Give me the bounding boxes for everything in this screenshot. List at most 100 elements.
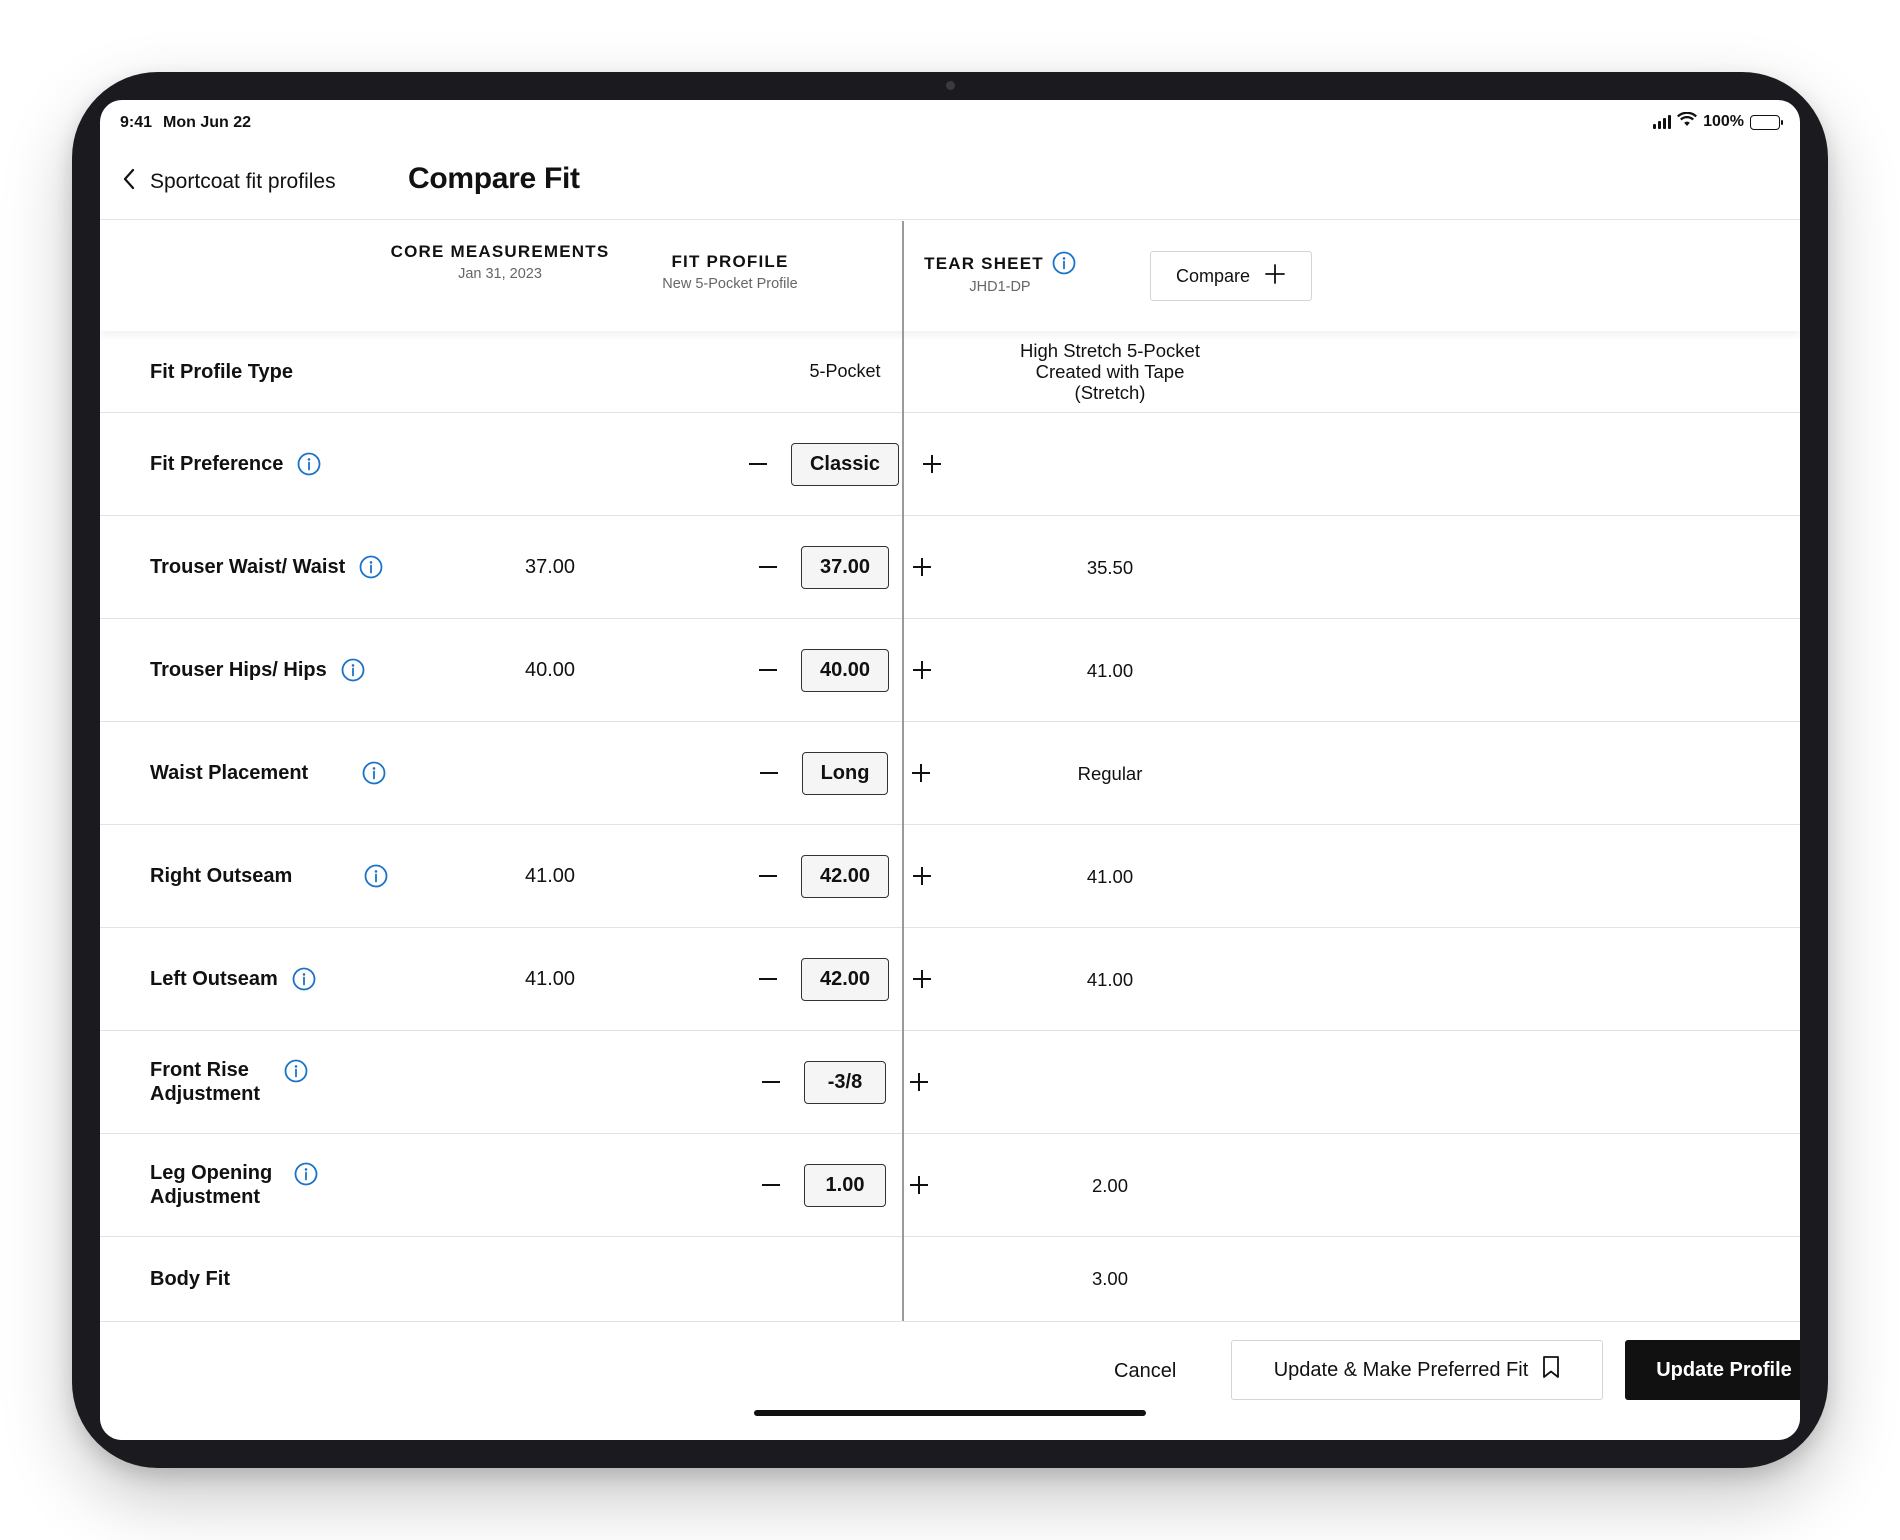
table-row: Leg Opening Adjustment 1.00 2.00: [100, 1134, 1800, 1237]
screen: 9:41 Mon Jun 22 100% Sportcoat fit profi…: [100, 100, 1800, 1440]
info-icon[interactable]: [284, 1059, 308, 1083]
fit-stepper: Classic: [720, 413, 970, 515]
column-header: CORE MEASUREMENTS Jan 31, 2023 FIT PROFI…: [100, 221, 1800, 331]
info-icon[interactable]: [294, 1162, 318, 1186]
increment-button[interactable]: [909, 966, 935, 992]
tear-value: 35.50: [1086, 556, 1134, 578]
compare-label: Compare: [1175, 265, 1251, 286]
fit-stepper: 1.00: [720, 1134, 970, 1236]
tear-value: 3.00: [1091, 1268, 1128, 1289]
increment-button[interactable]: [909, 657, 935, 683]
status-time: 9:41: [120, 114, 153, 131]
decrement-button[interactable]: [756, 760, 782, 786]
row-label: Front Rise Adjustment: [150, 1059, 260, 1105]
increment-button[interactable]: [908, 760, 934, 786]
increment-button[interactable]: [906, 1069, 932, 1095]
table-row: Trouser Hips/ Hips 40.00 40.00 41.00: [100, 619, 1800, 722]
fit-profile-title: FIT PROFILE: [671, 252, 789, 271]
info-icon[interactable]: [292, 967, 316, 991]
page-title: Compare Fit: [408, 162, 580, 195]
fit-stepper: 37.00: [720, 516, 970, 618]
info-icon[interactable]: [364, 864, 388, 888]
stepper-value[interactable]: Long: [801, 751, 889, 795]
signal-icon: [1653, 115, 1672, 129]
increment-button[interactable]: [909, 554, 935, 580]
fit-stepper: 42.00: [720, 928, 970, 1030]
table-row: Body Fit 3.00: [100, 1237, 1800, 1320]
fit-stepper: -3/8: [720, 1031, 970, 1133]
table-row: Fit Preference Classic: [100, 413, 1800, 516]
camera: [946, 81, 955, 90]
info-icon[interactable]: [341, 658, 365, 682]
decrement-button[interactable]: [755, 657, 781, 683]
stepper-value[interactable]: 1.00: [804, 1163, 886, 1207]
update-preferred-label: Update & Make Preferred Fit: [1273, 1358, 1529, 1381]
tear-value: 41.00: [1086, 659, 1134, 681]
fit-profile-name: New 5-Pocket Profile: [662, 276, 798, 292]
core-value: 41.00: [524, 967, 576, 990]
stepper-value[interactable]: 37.00: [800, 545, 890, 589]
stepper-value[interactable]: 42.00: [800, 854, 890, 898]
decrement-button[interactable]: [755, 863, 781, 889]
decrement-button[interactable]: [758, 1172, 784, 1198]
tear-sheet-header: TEAR SHEET JHD1-DP: [910, 251, 1090, 295]
table-row: Trouser Waist/ Waist 37.00 37.00 35.50: [100, 516, 1800, 619]
increment-button[interactable]: [919, 451, 945, 477]
table-row: Front Rise Adjustment -3/8: [100, 1031, 1800, 1134]
fit-stepper: Long: [720, 722, 970, 824]
decrement-button[interactable]: [755, 966, 781, 992]
stepper-value[interactable]: Classic: [790, 442, 900, 486]
table-row: Waist Placement Long Regular: [100, 722, 1800, 825]
increment-button[interactable]: [906, 1172, 932, 1198]
table-row: Fit Profile Type 5-Pocket High Stretch 5…: [100, 331, 1800, 413]
battery-icon: [1750, 114, 1783, 130]
increment-button[interactable]: [909, 863, 935, 889]
core-value: 37.00: [524, 555, 576, 578]
info-icon[interactable]: [359, 555, 383, 579]
stepper-value[interactable]: 42.00: [800, 957, 890, 1001]
tear-value: Regular: [1077, 762, 1143, 784]
update-profile-button[interactable]: Update Profile: [1625, 1340, 1800, 1400]
row-label: Trouser Hips/ Hips: [150, 659, 327, 681]
stepper-value[interactable]: -3/8: [804, 1060, 886, 1104]
footer-actions: Cancel Update & Make Preferred Fit Updat…: [100, 1321, 1800, 1440]
row-label: Right Outseam: [150, 865, 293, 887]
row-label: Fit Profile Type: [150, 360, 293, 383]
tear-value: 41.00: [1086, 865, 1134, 887]
fit-table: Fit Profile Type 5-Pocket High Stretch 5…: [100, 331, 1800, 1320]
bookmark-icon: [1542, 1355, 1560, 1385]
tear-value: [1020, 1031, 1200, 1133]
tear-value: [1020, 413, 1200, 515]
core-value: 40.00: [524, 658, 576, 681]
tear-sheet-code: JHD1-DP: [969, 279, 1031, 295]
plus-icon: [1264, 263, 1286, 290]
tear-value: 41.00: [1086, 968, 1134, 990]
tear-sheet-title: TEAR SHEET: [924, 253, 1044, 273]
stepper-value[interactable]: 40.00: [800, 648, 890, 692]
update-preferred-button[interactable]: Update & Make Preferred Fit: [1231, 1340, 1603, 1400]
core-value: 41.00: [524, 864, 576, 887]
cancel-button[interactable]: Cancel: [1114, 1360, 1176, 1383]
table-row: Left Outseam 41.00 42.00 41.00: [100, 928, 1800, 1031]
info-icon[interactable]: [1052, 251, 1076, 275]
info-icon[interactable]: [362, 761, 386, 785]
decrement-button[interactable]: [758, 1069, 784, 1095]
wifi-icon: [1677, 111, 1698, 132]
fit-value: 5-Pocket: [809, 361, 881, 381]
table-row: Right Outseam 41.00 42.00 41.00: [100, 825, 1800, 928]
home-indicator[interactable]: [754, 1410, 1146, 1416]
fit-stepper: 40.00: [720, 619, 970, 721]
battery-percent: 100%: [1703, 113, 1744, 130]
decrement-button[interactable]: [755, 554, 781, 580]
info-icon[interactable]: [297, 452, 321, 476]
fit-stepper: 42.00: [720, 825, 970, 927]
core-measurements-title: CORE MEASUREMENTS: [390, 242, 610, 261]
compare-button[interactable]: Compare: [1150, 251, 1312, 301]
decrement-button[interactable]: [745, 451, 771, 477]
column-divider: [902, 221, 904, 1321]
row-label: Fit Preference: [150, 453, 284, 475]
core-measurements-date: Jan 31, 2023: [458, 266, 542, 282]
status-date: Mon Jun 22: [163, 114, 252, 131]
row-label: Left Outseam: [150, 968, 278, 990]
back-button[interactable]: Sportcoat fit profiles: [122, 168, 336, 195]
